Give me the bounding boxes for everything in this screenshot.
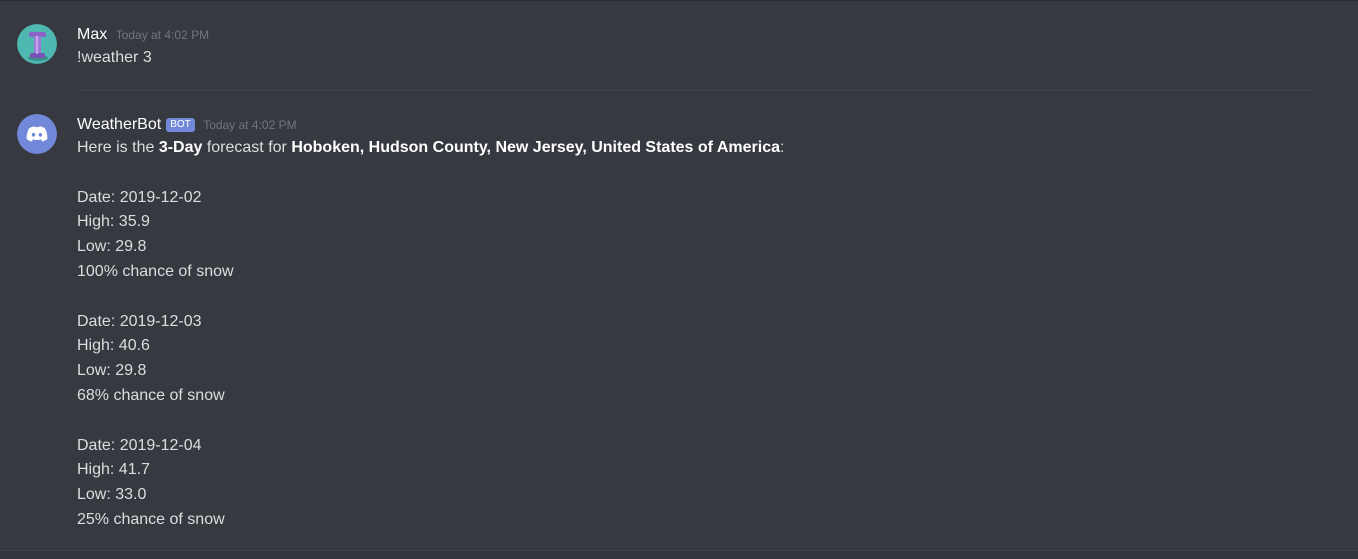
- top-border: [0, 0, 1358, 1]
- purple-pillar-avatar-icon: [17, 24, 57, 64]
- username[interactable]: WeatherBot: [77, 116, 161, 133]
- timestamp: Today at 4:02 PM: [203, 118, 297, 132]
- forecast-low: Low: 29.8: [77, 238, 147, 256]
- intro-suffix: :: [780, 139, 785, 156]
- forecast-date: Date: 2019-12-02: [77, 188, 202, 206]
- forecast-day-2: Date: 2019-12-03 High: 40.6 Low: 29.8 68…: [77, 310, 1312, 409]
- discord-logo-icon: [17, 114, 57, 154]
- bot-badge: BOT: [166, 118, 195, 132]
- avatar-max[interactable]: [17, 24, 57, 64]
- intro-prefix: Here is the: [77, 139, 159, 156]
- forecast-high: High: 41.7: [77, 461, 150, 479]
- forecast-high: High: 40.6: [77, 337, 150, 355]
- forecast-high: High: 35.9: [77, 213, 150, 231]
- bottom-border: [0, 550, 1358, 559]
- forecast-snow: 25% chance of snow: [77, 510, 225, 528]
- message-header: WeatherBot BOT Today at 4:02 PM: [77, 114, 1312, 136]
- message-content: Max Today at 4:02 PM !weather 3: [77, 24, 1312, 71]
- username[interactable]: Max: [77, 26, 107, 43]
- forecast-snow: 68% chance of snow: [77, 386, 225, 404]
- forecast-low: Low: 33.0: [77, 486, 147, 504]
- forecast-low: Low: 29.8: [77, 362, 147, 380]
- message-divider: [77, 90, 1312, 91]
- message-header: Max Today at 4:02 PM: [77, 24, 1312, 46]
- message-text: !weather 3: [77, 49, 152, 66]
- forecast-date: Date: 2019-12-03: [77, 312, 202, 330]
- forecast-date: Date: 2019-12-04: [77, 436, 202, 454]
- intro-middle: forecast for: [202, 139, 292, 156]
- intro-location: Hoboken, Hudson County, New Jersey, Unit…: [291, 139, 780, 156]
- forecast-intro: Here is the 3-Day forecast for Hoboken, …: [77, 136, 1312, 161]
- forecast-day-3: Date: 2019-12-04 High: 41.7 Low: 33.0 25…: [77, 434, 1312, 533]
- intro-days: 3-Day: [158, 139, 203, 156]
- message-content: WeatherBot BOT Today at 4:02 PM Here is t…: [77, 114, 1312, 533]
- forecast-day-1: Date: 2019-12-02 High: 35.9 Low: 29.8 10…: [77, 186, 1312, 285]
- forecast-snow: 100% chance of snow: [77, 262, 234, 280]
- timestamp: Today at 4:02 PM: [115, 28, 210, 42]
- avatar-weatherbot[interactable]: [17, 114, 57, 154]
